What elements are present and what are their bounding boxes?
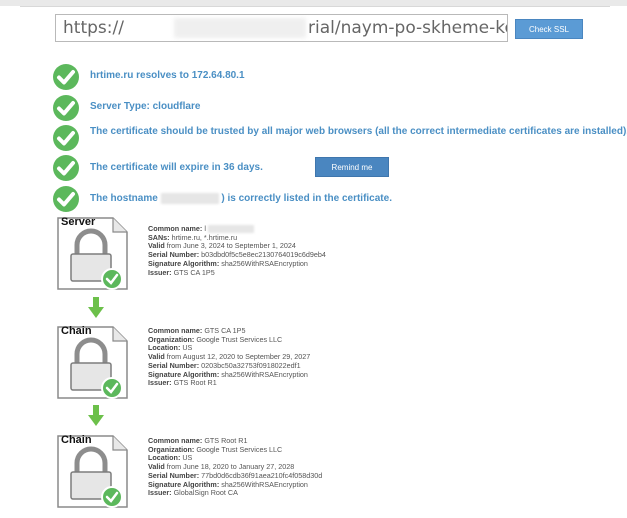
green-check-icon bbox=[52, 124, 80, 152]
hostname-text-before: The hostname bbox=[90, 193, 158, 205]
green-check-icon bbox=[52, 154, 80, 182]
chain-arrow-icon bbox=[88, 405, 104, 427]
chain-arrow-icon bbox=[88, 297, 104, 319]
root-certificate-icon: Chain bbox=[55, 433, 133, 510]
check-ssl-button[interactable]: Check SSL bbox=[515, 19, 583, 39]
expiry-result: The certificate will expire in 36 days. bbox=[90, 162, 263, 173]
redacted-region bbox=[174, 18, 306, 38]
green-check-icon bbox=[52, 185, 80, 213]
url-end-text: rial/naym-po-skheme-kompan bbox=[308, 18, 507, 38]
resolve-result: hrtime.ru resolves to 172.64.80.1 bbox=[90, 70, 245, 81]
url-start-text: https:// bbox=[63, 18, 124, 38]
green-check-icon bbox=[52, 94, 80, 122]
cert-line: Issuer: GlobalSign Root CA bbox=[148, 488, 238, 498]
server-certificate-icon: Server bbox=[55, 215, 133, 292]
url-input[interactable]: https:// rial/naym-po-skheme-kompan bbox=[55, 14, 508, 42]
server-type-result: Server Type: cloudflare bbox=[90, 101, 201, 112]
chain-label-root: Chain bbox=[61, 434, 92, 446]
root-cert-details: Common name: GTS Root R1 Organization: G… bbox=[148, 436, 322, 498]
green-check-icon bbox=[52, 63, 80, 91]
redacted-hostname bbox=[160, 193, 219, 204]
hostname-text-after: ) is correctly listed in the certificate… bbox=[221, 193, 392, 205]
hostname-result: The hostname ) is correctly listed in th… bbox=[90, 193, 392, 205]
trust-result: The certificate should be trusted by all… bbox=[90, 126, 627, 137]
intermediate-certificate-icon: Chain bbox=[55, 324, 133, 401]
cert-line: Issuer: GTS CA 1P5 bbox=[148, 267, 215, 277]
cert-line: Issuer: GTS Root R1 bbox=[148, 378, 217, 388]
chain-label-intermediate: Chain bbox=[61, 325, 92, 337]
divider bbox=[20, 6, 610, 7]
redacted-name bbox=[207, 225, 254, 234]
intermediate-cert-details: Common name: GTS CA 1P5 Organization: Go… bbox=[148, 326, 310, 388]
chain-label-server: Server bbox=[61, 216, 96, 228]
server-cert-details: Common name: l SANs: hrtime.ru, *.hrtime… bbox=[148, 224, 326, 277]
remind-me-button[interactable]: Remind me bbox=[315, 157, 389, 177]
